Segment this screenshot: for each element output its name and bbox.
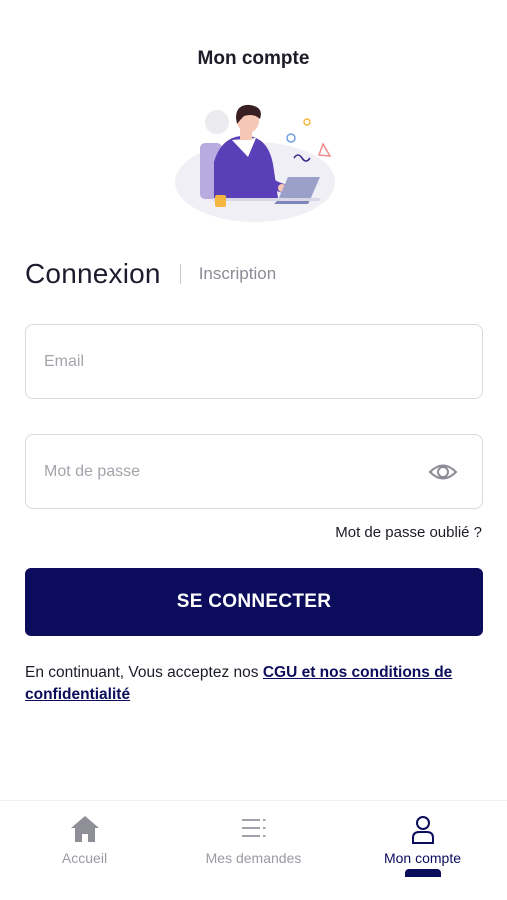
auth-tabs: Connexion Inscription bbox=[25, 258, 276, 290]
password-input[interactable] bbox=[44, 462, 464, 481]
tab-accueil[interactable]: Accueil bbox=[0, 801, 169, 900]
email-field-container bbox=[25, 324, 483, 399]
forgot-password-link[interactable]: Mot de passe oublié ? bbox=[335, 524, 482, 541]
tab-connexion[interactable]: Connexion bbox=[25, 258, 161, 290]
login-button[interactable]: SE CONNECTER bbox=[25, 568, 483, 636]
terms-text: En continuant, Vous acceptez nos CGU et … bbox=[25, 662, 485, 706]
tab-inscription[interactable]: Inscription bbox=[199, 264, 276, 284]
tab-label-accueil: Accueil bbox=[61, 850, 108, 866]
terms-prefix: En continuant, Vous acceptez nos bbox=[25, 664, 263, 681]
home-icon bbox=[70, 816, 99, 842]
user-icon bbox=[411, 816, 434, 844]
tab-label-mes-demandes: Mes demandes bbox=[205, 850, 302, 866]
page-title: Mon compte bbox=[197, 48, 310, 69]
password-field-container bbox=[25, 434, 483, 509]
tab-mon-compte[interactable]: Mon compte bbox=[338, 801, 507, 900]
active-tab-indicator bbox=[404, 869, 441, 877]
bottom-tab-bar: Accueil Mes demandes Mon compte bbox=[0, 800, 507, 900]
person-laptop-illustration bbox=[175, 104, 335, 222]
list-icon bbox=[241, 819, 265, 837]
tab-label-mon-compte: Mon compte bbox=[383, 850, 462, 866]
eye-icon[interactable] bbox=[428, 459, 458, 485]
tab-mes-demandes[interactable]: Mes demandes bbox=[169, 801, 338, 900]
email-input[interactable] bbox=[44, 352, 464, 371]
tab-divider bbox=[179, 264, 181, 284]
